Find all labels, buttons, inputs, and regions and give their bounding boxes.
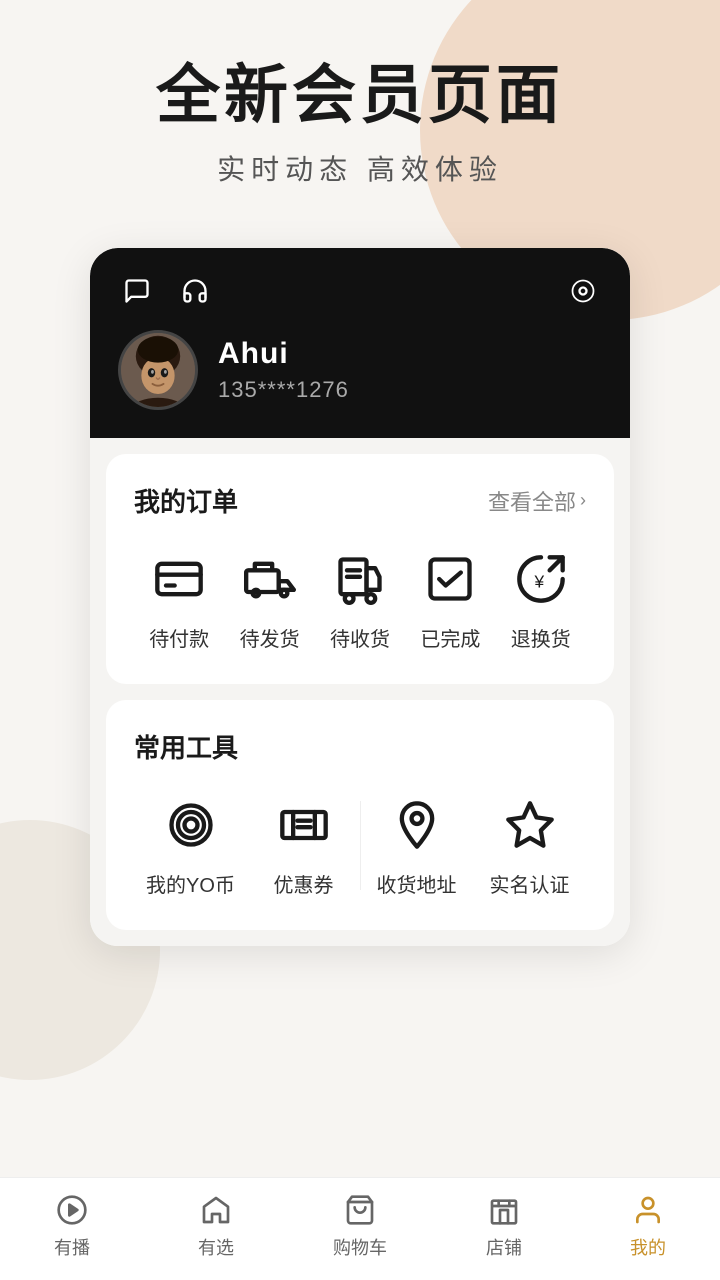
message-button[interactable] — [118, 272, 156, 310]
headset-button[interactable] — [176, 272, 214, 310]
orders-card: 我的订单 查看全部 › — [106, 454, 614, 684]
store-icon — [488, 1194, 520, 1226]
message-icon — [123, 277, 151, 305]
play-nav-icon — [54, 1192, 90, 1228]
nav-item-cart[interactable]: 购物车 — [310, 1192, 410, 1260]
camera-button[interactable] — [564, 272, 602, 310]
order-item-complete[interactable]: 已完成 — [418, 547, 482, 652]
tool-label-yocoin: 我的YO币 — [146, 869, 235, 898]
tools-title: 常用工具 — [134, 728, 238, 765]
profile-text: Ahui 135****1276 — [218, 337, 349, 403]
view-all-button[interactable]: 查看全部 › — [488, 485, 586, 517]
store-nav-icon — [486, 1192, 522, 1228]
complete-icon — [424, 553, 476, 605]
delivery-icon-wrap — [328, 547, 392, 611]
order-item-payment[interactable]: 待付款 — [147, 547, 211, 652]
yo-coin-icon — [165, 799, 217, 851]
order-icons-row: 待付款 — [134, 547, 586, 652]
nav-item-profile[interactable]: 我的 — [598, 1192, 698, 1260]
profile-name: Ahui — [218, 337, 349, 371]
member-card: Ahui 135****1276 我的订单 查看全部 › — [90, 248, 630, 946]
order-label-payment: 待付款 — [149, 623, 209, 652]
payment-icon — [153, 553, 205, 605]
profile-nav-icon — [630, 1192, 666, 1228]
tool-label-coupon: 优惠券 — [274, 869, 334, 898]
orders-card-header: 我的订单 查看全部 › — [134, 482, 586, 519]
nav-label-play: 有播 — [54, 1234, 90, 1260]
camera-icon — [569, 277, 597, 305]
avatar-image — [121, 330, 195, 410]
coupon-icon-wrap — [272, 793, 336, 857]
delivery-icon — [334, 553, 386, 605]
svg-text:¥: ¥ — [533, 572, 544, 592]
headset-icon — [181, 277, 209, 305]
tool-item-address[interactable]: 收货地址 — [360, 793, 473, 898]
nav-item-home[interactable]: 有选 — [166, 1192, 266, 1260]
tool-item-coupon[interactable]: 优惠券 — [247, 793, 360, 898]
chevron-icon: › — [580, 490, 586, 511]
coupon-icon — [278, 799, 330, 851]
verify-icon — [504, 799, 556, 851]
home-nav-icon — [198, 1192, 234, 1228]
nav-item-play[interactable]: 有播 — [22, 1192, 122, 1260]
order-label-refund: 退换货 — [511, 623, 571, 652]
play-icon — [56, 1194, 88, 1226]
complete-icon-wrap — [418, 547, 482, 611]
page-subtitle: 实时动态 高效体验 — [217, 148, 503, 188]
address-icon-wrap — [385, 793, 449, 857]
cart-nav-icon — [342, 1192, 378, 1228]
profile-info: Ahui 135****1276 — [118, 330, 602, 410]
header-icons-row — [118, 272, 602, 310]
order-item-refund[interactable]: ¥ 退换货 — [509, 547, 573, 652]
tool-label-verify: 实名认证 — [490, 869, 570, 898]
nav-label-home: 有选 — [198, 1234, 234, 1260]
yocoin-icon-wrap — [159, 793, 223, 857]
ship-icon — [244, 553, 296, 605]
payment-icon-wrap — [147, 547, 211, 611]
order-label-complete: 已完成 — [420, 623, 480, 652]
bottom-nav: 有播 有选 购物车 — [0, 1177, 720, 1280]
orders-title: 我的订单 — [134, 482, 238, 519]
verify-icon-wrap — [498, 793, 562, 857]
nav-label-profile: 我的 — [630, 1234, 666, 1260]
tool-item-yocoin[interactable]: 我的YO币 — [134, 793, 247, 898]
order-item-ship[interactable]: 待发货 — [238, 547, 302, 652]
avatar[interactable] — [118, 330, 198, 410]
cart-icon — [344, 1194, 376, 1226]
ship-icon-wrap — [238, 547, 302, 611]
profile-icon — [632, 1194, 664, 1226]
page-title: 全新会员页面 — [156, 60, 564, 130]
tool-label-address: 收货地址 — [377, 869, 457, 898]
nav-item-store[interactable]: 店铺 — [454, 1192, 554, 1260]
tools-icons-row: 我的YO币 — [134, 793, 586, 898]
cards-section: 我的订单 查看全部 › — [90, 438, 630, 946]
refund-icon-wrap: ¥ — [509, 547, 573, 611]
profile-header: Ahui 135****1276 — [90, 248, 630, 438]
order-item-delivery[interactable]: 待收货 — [328, 547, 392, 652]
nav-label-store: 店铺 — [486, 1234, 522, 1260]
profile-phone: 135****1276 — [218, 377, 349, 403]
order-label-delivery: 待收货 — [330, 623, 390, 652]
tool-item-verify[interactable]: 实名认证 — [473, 793, 586, 898]
nav-label-cart: 购物车 — [333, 1234, 387, 1260]
home-icon — [200, 1194, 232, 1226]
tools-card: 常用工具 我的YO币 — [106, 700, 614, 930]
address-icon — [391, 799, 443, 851]
tools-card-header: 常用工具 — [134, 728, 586, 765]
refund-icon: ¥ — [515, 553, 567, 605]
order-label-ship: 待发货 — [240, 623, 300, 652]
header-left-icons — [118, 272, 214, 310]
